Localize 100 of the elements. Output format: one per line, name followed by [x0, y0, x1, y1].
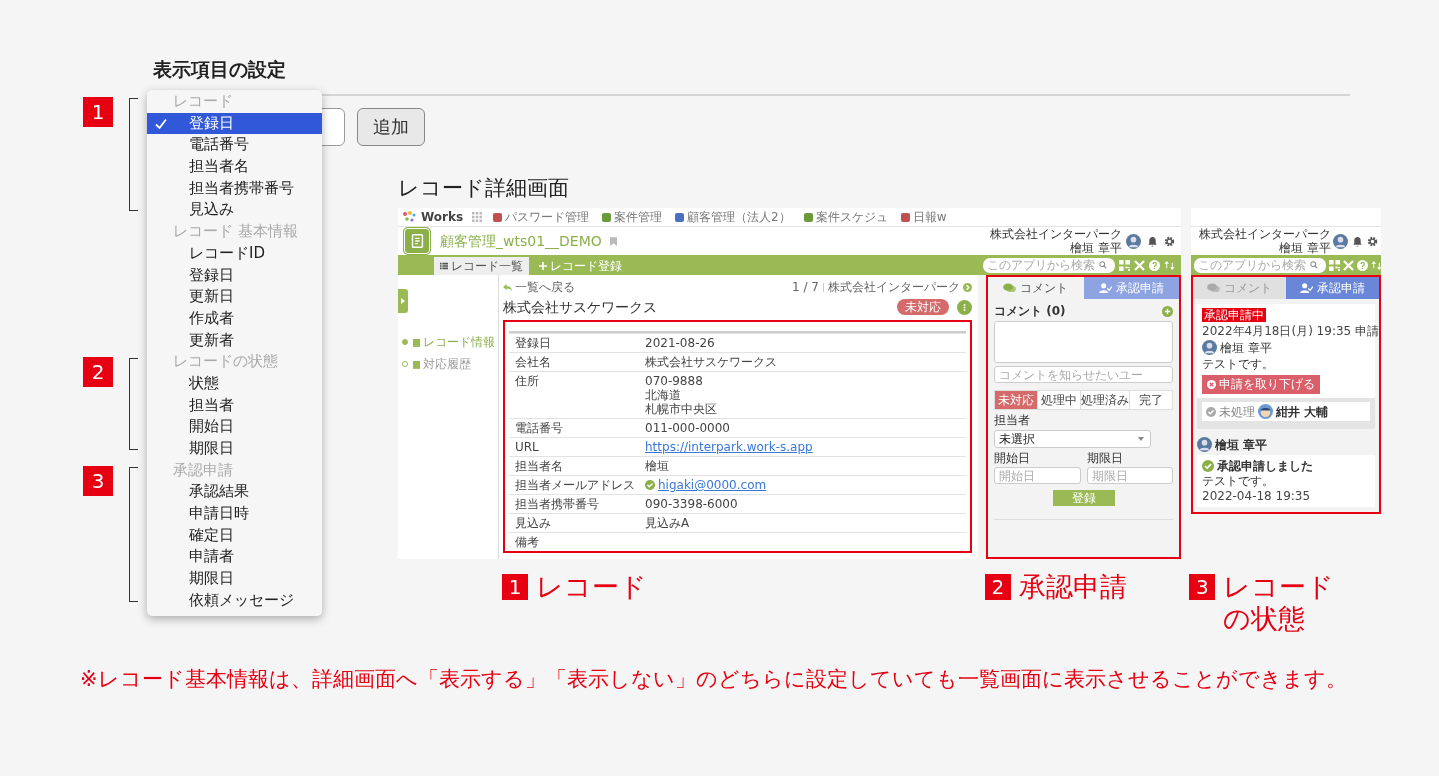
add-icon[interactable] — [1162, 305, 1173, 317]
assignee-select[interactable]: 未選択 — [994, 430, 1151, 448]
menu-item[interactable]: 担当者携帯番号 — [147, 177, 322, 200]
help-icon[interactable] — [1149, 259, 1160, 271]
mention-field[interactable]: コメントを知らせたいユー — [994, 366, 1173, 383]
more-button[interactable] — [957, 299, 972, 315]
status-badge: 未対応 — [897, 299, 949, 315]
help-icon[interactable] — [1357, 259, 1368, 271]
search-icon — [1310, 261, 1318, 269]
user-check-icon — [1098, 283, 1112, 293]
settings-title: 表示項目の設定 — [153, 57, 287, 82]
next-record-link[interactable]: 株式会社インターパーク — [828, 280, 972, 294]
field-value: 2021-08-26 — [645, 336, 715, 350]
field-value: 株式会社サスケワークス — [645, 355, 777, 369]
avatar[interactable] — [1333, 233, 1348, 249]
field-label: URL — [515, 440, 540, 454]
app-link[interactable]: 日報w — [900, 210, 947, 224]
caption: 承認申請 — [1018, 571, 1127, 603]
approver-name: 紺井 大輔 — [1276, 404, 1329, 419]
callout-number: 2 — [984, 574, 1011, 600]
menu-item[interactable]: 作成者 — [147, 307, 322, 330]
field-label: 見込み — [515, 516, 552, 530]
sync-icon[interactable] — [1164, 259, 1175, 271]
comment-textarea[interactable] — [994, 321, 1173, 363]
field-label: 担当者メールアドレス — [515, 478, 636, 492]
settings-icon[interactable] — [1164, 235, 1175, 247]
menu-item[interactable]: 登録日 — [147, 264, 322, 287]
tools-icon[interactable] — [1343, 259, 1354, 271]
bell-icon[interactable] — [1352, 235, 1363, 247]
field-value: 011-000-0000 — [645, 421, 730, 435]
search-field[interactable]: このアプリから検索 — [983, 257, 1115, 273]
avatar — [1258, 404, 1273, 419]
callout-number: 2 — [83, 357, 113, 388]
menu-item[interactable]: 申請日時 — [147, 503, 322, 525]
menu-item[interactable]: 状態 — [147, 372, 322, 395]
qr-code-icon[interactable] — [1119, 259, 1130, 271]
menu-item[interactable]: 依頼メッセージ — [147, 589, 322, 612]
menu-item[interactable]: 期限日 — [147, 568, 322, 590]
field-label: 担当者携帯番号 — [515, 497, 600, 511]
due-date-label: 期限日 — [1086, 451, 1124, 465]
url-link[interactable]: https://interpark.work-s.app — [645, 440, 813, 454]
user-check-icon — [1300, 283, 1313, 293]
user-name: 檜垣 章平 — [1070, 241, 1122, 255]
approval-status: 未処理 — [1219, 404, 1255, 419]
close-icon — [1207, 380, 1216, 389]
field-label: 会社名 — [515, 355, 552, 369]
address-line: 070-9888 — [645, 374, 704, 388]
bookmark-icon[interactable] — [609, 236, 617, 246]
app-link[interactable]: 顧客管理（法人2） — [675, 210, 791, 224]
check-icon — [1202, 460, 1214, 472]
app-grid-icon[interactable] — [472, 212, 483, 222]
menu-item[interactable]: 見込み — [147, 199, 322, 222]
menu-item[interactable]: 更新日 — [147, 286, 322, 308]
caption: レコードの状態 — [1223, 571, 1336, 635]
bell-icon[interactable] — [1147, 235, 1158, 247]
menu-item[interactable]: 確定日 — [147, 524, 322, 547]
withdraw-button[interactable]: 申請を取り下げる — [1202, 375, 1320, 394]
menu-item[interactable]: 開始日 — [147, 416, 322, 438]
qr-code-icon[interactable] — [1329, 259, 1340, 271]
list-icon — [440, 262, 448, 270]
app-link[interactable]: 案件管理 — [602, 210, 663, 224]
request-message: テストです。 — [1202, 357, 1274, 371]
expand-button[interactable] — [398, 289, 408, 313]
field-value: 檜垣 — [645, 459, 669, 473]
status-option[interactable]: 処理済み — [1080, 391, 1129, 409]
settings-icon[interactable] — [1367, 235, 1378, 247]
menu-item[interactable]: 更新者 — [147, 329, 322, 352]
start-date-field[interactable]: 開始日 — [994, 467, 1081, 484]
app-link[interactable]: 案件スケジュ — [803, 210, 888, 224]
email-link[interactable]: higaki@0000.com — [658, 478, 767, 492]
menu-item[interactable]: 電話番号 — [147, 134, 322, 157]
menu-group-header: レコード 基本情報 — [172, 222, 299, 242]
menu-item[interactable]: 申請者 — [147, 546, 322, 569]
tools-icon[interactable] — [1134, 259, 1145, 271]
menu-item[interactable]: 期限日 — [147, 438, 322, 460]
back-link[interactable]: 一覧へ戻る — [503, 280, 575, 294]
due-date-field[interactable]: 期限日 — [1086, 467, 1173, 484]
search-field[interactable]: このアプリから検索 — [1194, 257, 1326, 273]
menu-item[interactable]: 担当者 — [147, 394, 322, 417]
avatar[interactable] — [1126, 233, 1141, 249]
field-value: 090-3398-6000 — [645, 497, 738, 511]
check-icon — [645, 480, 655, 490]
add-button[interactable]: 追加 — [357, 108, 425, 146]
tab[interactable]: レコード一覧 — [434, 257, 529, 275]
sync-icon[interactable] — [1371, 259, 1382, 271]
field-label: 担当者名 — [515, 459, 564, 473]
menu-item[interactable]: レコードID — [147, 242, 322, 265]
callout-number: 1 — [502, 574, 528, 600]
user-name: 檜垣 章平 — [1215, 437, 1268, 452]
check-icon — [1206, 406, 1216, 417]
comment-heading: コメント (0) — [994, 304, 1066, 318]
app-link[interactable]: パスワード管理 — [493, 210, 590, 224]
history-message: テストです。 — [1202, 474, 1275, 488]
chat-icon — [1003, 283, 1017, 293]
menu-item[interactable]: 担当者名 — [147, 156, 322, 178]
menu-item[interactable]: 登録日 — [147, 112, 322, 135]
pager-text: 1 / 7 — [792, 280, 819, 294]
address-line: 札幌市中央区 — [645, 402, 717, 416]
menu-item[interactable]: 承認結果 — [147, 481, 322, 504]
field-label: 登録日 — [515, 336, 552, 350]
